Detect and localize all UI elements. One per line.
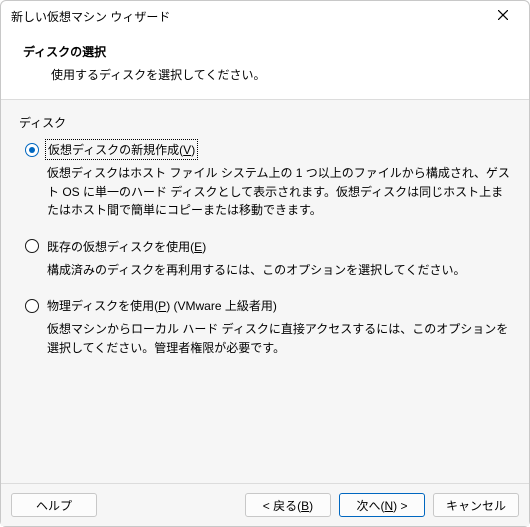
option-row: 物理ディスクを使用(P) (VMware 上級者用) — [25, 297, 513, 314]
option-description: 仮想マシンからローカル ハード ディスクに直接アクセスするには、このオプションを… — [47, 320, 513, 357]
titlebar: 新しい仮想マシン ウィザード — [1, 1, 529, 31]
help-button[interactable]: ヘルプ — [11, 493, 97, 517]
option-description: 仮想ディスクはホスト ファイル システム上の 1 つ以上のファイルから構成され、… — [47, 164, 513, 220]
page-subtitle: 使用するディスクを選択してください。 — [51, 66, 513, 83]
back-button[interactable]: < 戻る(B) — [245, 493, 331, 517]
wizard-window: 新しい仮想マシン ウィザード ディスクの選択 使用するディスクを選択してください… — [0, 0, 530, 527]
radio-use-existing-disk[interactable] — [25, 239, 39, 253]
close-button[interactable] — [481, 2, 525, 30]
option-row: 仮想ディスクの新規作成(V) — [25, 141, 513, 158]
window-title: 新しい仮想マシン ウィザード — [11, 8, 481, 25]
footer: ヘルプ < 戻る(B) 次へ(N) > キャンセル — [1, 483, 529, 526]
option-label: 既存の仮想ディスクを使用(E) — [47, 238, 206, 255]
group-label-disk: ディスク — [19, 114, 513, 131]
option-row: 既存の仮想ディスクを使用(E) — [25, 238, 513, 255]
radio-use-physical-disk[interactable] — [25, 299, 39, 313]
cancel-button[interactable]: キャンセル — [433, 493, 519, 517]
page-title: ディスクの選択 — [23, 43, 513, 60]
option-description: 構成済みのディスクを再利用するには、このオプションを選択してください。 — [47, 261, 513, 280]
option-use-existing-disk[interactable]: 既存の仮想ディスクを使用(E) 構成済みのディスクを再利用するには、このオプショ… — [25, 238, 513, 280]
option-label: 仮想ディスクの新規作成(V) — [47, 141, 196, 158]
option-use-physical-disk[interactable]: 物理ディスクを使用(P) (VMware 上級者用) 仮想マシンからローカル ハ… — [25, 297, 513, 357]
option-label: 物理ディスクを使用(P) (VMware 上級者用) — [47, 297, 277, 314]
next-button[interactable]: 次へ(N) > — [339, 493, 425, 517]
option-create-new-disk[interactable]: 仮想ディスクの新規作成(V) 仮想ディスクはホスト ファイル システム上の 1 … — [25, 141, 513, 220]
radio-create-new-disk[interactable] — [25, 143, 39, 157]
content-area: ディスク 仮想ディスクの新規作成(V) 仮想ディスクはホスト ファイル システム… — [1, 100, 529, 483]
page-header: ディスクの選択 使用するディスクを選択してください。 — [1, 31, 529, 100]
close-icon — [498, 9, 508, 23]
